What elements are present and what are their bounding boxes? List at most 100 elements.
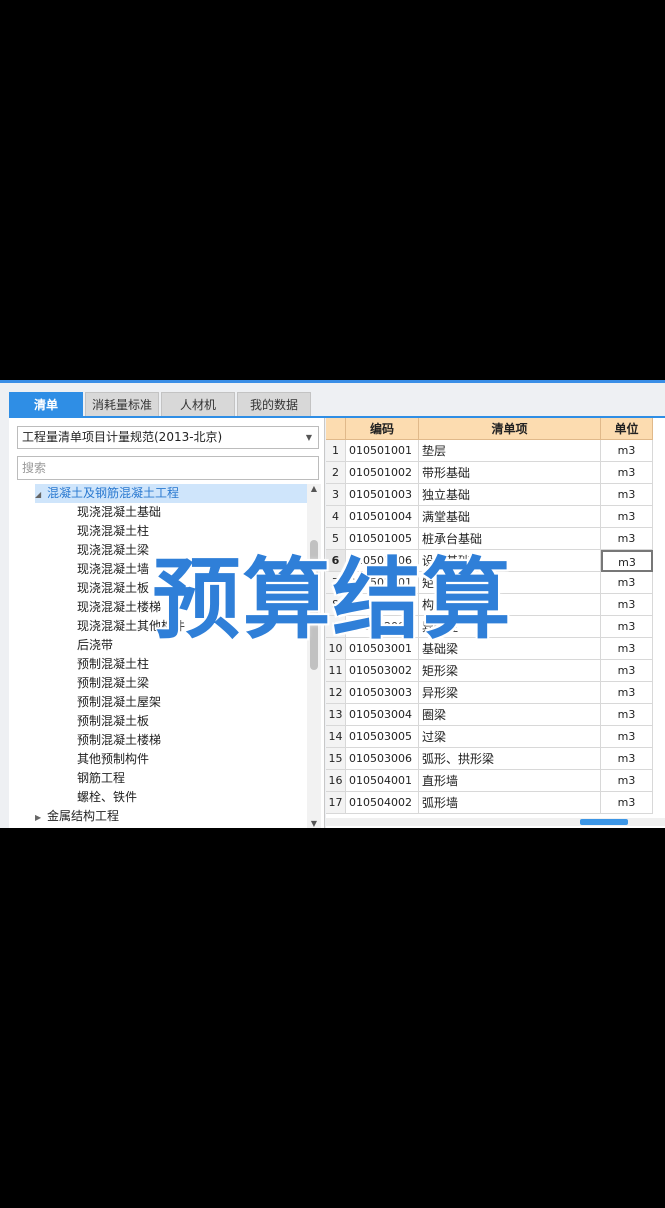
cell-no[interactable]: 4 [326,506,346,528]
cell-no[interactable]: 3 [326,484,346,506]
cell-no[interactable]: 13 [326,704,346,726]
tree-item-label: 钢筋工程 [77,771,126,785]
cell-name[interactable]: 弧形、拱形梁 [419,748,601,770]
cell-name[interactable]: 直形墙 [419,770,601,792]
tree-leaf-item[interactable]: 预制混凝土屋架 [77,693,161,712]
table-row[interactable]: 12 010503003 异形梁 m3 [326,682,653,704]
cell-unit[interactable]: m3 [601,682,653,704]
table-row[interactable]: 14 010503005 过梁 m3 [326,726,653,748]
tree-leaf-item[interactable]: 钢筋工程 [77,769,125,788]
cell-unit[interactable]: m3 [601,440,653,462]
tree-leaf-item[interactable]: 预制混凝土板 [77,712,149,731]
tab-qingdan[interactable]: 清单 [9,392,83,416]
scroll-down-icon[interactable]: ▼ [307,819,321,828]
cell-unit[interactable]: m3 [601,506,653,528]
cell-unit[interactable]: m3 [601,484,653,506]
cell-name[interactable]: 矩形梁 [419,660,601,682]
cell-code[interactable]: 010501003 [346,484,419,506]
table-row[interactable]: 3 010501003 独立基础 m3 [326,484,653,506]
tree-scrollbar[interactable]: ▲ ▼ [307,484,321,828]
tree-item-label: 金属结构工程 [47,809,120,823]
cell-code[interactable]: 010503005 [346,726,419,748]
chevron-down-icon: ▼ [305,433,312,442]
cell-code[interactable]: 010503003 [346,682,419,704]
tab-consumption-standard[interactable]: 消耗量标准 [85,392,159,416]
tree-item-label: 现浇混凝土柱 [77,524,150,538]
cell-code[interactable]: 010504002 [346,792,419,814]
norm-select[interactable]: 工程量清单项目计量规范(2013-北京) ▼ [17,426,319,449]
expand-arrow-icon[interactable]: ▶ [35,808,47,827]
table-row[interactable]: 13 010503004 圈梁 m3 [326,704,653,726]
header-code[interactable]: 编码 [346,418,419,440]
norm-select-value: 工程量清单项目计量规范(2013-北京) [22,430,223,444]
cell-unit[interactable]: m3 [601,792,653,814]
tree-group-item[interactable]: ◢ 混凝土及钢筋混凝土工程 [35,484,307,503]
hscrollbar-thumb[interactable] [580,819,628,825]
grid-hscrollbar[interactable] [326,818,665,826]
cell-unit[interactable]: m3 [601,660,653,682]
tree-item-label: 混凝土及钢筋混凝土工程 [47,486,180,500]
table-row[interactable]: 5 010501005 桩承台基础 m3 [326,528,653,550]
cell-no[interactable]: 11 [326,660,346,682]
overlay-title: 预算结算 [152,548,513,651]
cell-no[interactable]: 14 [326,726,346,748]
table-row[interactable]: 2 010501002 带形基础 m3 [326,462,653,484]
header-unit[interactable]: 单位 [601,418,653,440]
cell-unit[interactable]: m3 [601,462,653,484]
cell-code[interactable]: 010503004 [346,704,419,726]
search-input[interactable]: 搜索 [17,456,319,480]
cell-unit[interactable]: m3 [601,528,653,550]
table-row[interactable]: 17 010504002 弧形墙 m3 [326,792,653,814]
cell-code[interactable]: 010503002 [346,660,419,682]
cell-name[interactable]: 带形基础 [419,462,601,484]
cell-name[interactable]: 垫层 [419,440,601,462]
cell-code[interactable]: 010503006 [346,748,419,770]
collapse-arrow-icon[interactable]: ◢ [35,485,47,504]
tree-item-label: 预制混凝土板 [77,714,150,728]
tree-leaf-item[interactable]: 预制混凝土楼梯 [77,731,161,750]
tree-leaf-item[interactable]: 其他预制构件 [77,750,149,769]
cell-name[interactable]: 异形梁 [419,682,601,704]
table-row[interactable]: 16 010504001 直形墙 m3 [326,770,653,792]
cell-name[interactable]: 过梁 [419,726,601,748]
header-item[interactable]: 清单项 [419,418,601,440]
cell-no[interactable]: 5 [326,528,346,550]
cell-unit[interactable]: m3 [601,704,653,726]
tree-leaf-item[interactable]: 预制混凝土梁 [77,674,149,693]
tree-item-label: 预制混凝土梁 [77,676,150,690]
cell-unit[interactable]: m3 [601,748,653,770]
header-rownum [326,418,346,440]
cell-no[interactable]: 17 [326,792,346,814]
cell-name[interactable]: 满堂基础 [419,506,601,528]
cell-code[interactable]: 010501005 [346,528,419,550]
tree-leaf-item[interactable]: 现浇混凝土柱 [77,522,149,541]
cell-no[interactable]: 12 [326,682,346,704]
cell-no[interactable]: 2 [326,462,346,484]
table-row[interactable]: 15 010503006 弧形、拱形梁 m3 [326,748,653,770]
cell-no[interactable]: 1 [326,440,346,462]
cell-code[interactable]: 010504001 [346,770,419,792]
cell-no[interactable]: 15 [326,748,346,770]
cell-unit[interactable]: m3 [601,770,653,792]
tree-leaf-item[interactable]: 现浇混凝土基础 [77,503,161,522]
tab-labor-material-machine[interactable]: 人材机 [161,392,235,416]
cell-name[interactable]: 圈梁 [419,704,601,726]
tree-item-label: 预制混凝土柱 [77,657,150,671]
cell-name[interactable]: 独立基础 [419,484,601,506]
cell-code[interactable]: 010501002 [346,462,419,484]
tree-leaf-item[interactable]: 螺栓、铁件 [77,788,137,807]
tree-item-label: 螺栓、铁件 [77,790,138,804]
tab-my-data[interactable]: 我的数据 [237,392,311,416]
tree-leaf-item[interactable]: 预制混凝土柱 [77,655,149,674]
cell-unit[interactable]: m3 [601,726,653,748]
table-row[interactable]: 11 010503002 矩形梁 m3 [326,660,653,682]
table-row[interactable]: 4 010501004 满堂基础 m3 [326,506,653,528]
cell-name[interactable]: 弧形墙 [419,792,601,814]
cell-code[interactable]: 010501004 [346,506,419,528]
tree-group-item[interactable]: ▶ 金属结构工程 [35,807,307,826]
cell-name[interactable]: 桩承台基础 [419,528,601,550]
scroll-up-icon[interactable]: ▲ [307,484,321,493]
table-row[interactable]: 1 010501001 垫层 m3 [326,440,653,462]
cell-code[interactable]: 010501001 [346,440,419,462]
cell-no[interactable]: 16 [326,770,346,792]
